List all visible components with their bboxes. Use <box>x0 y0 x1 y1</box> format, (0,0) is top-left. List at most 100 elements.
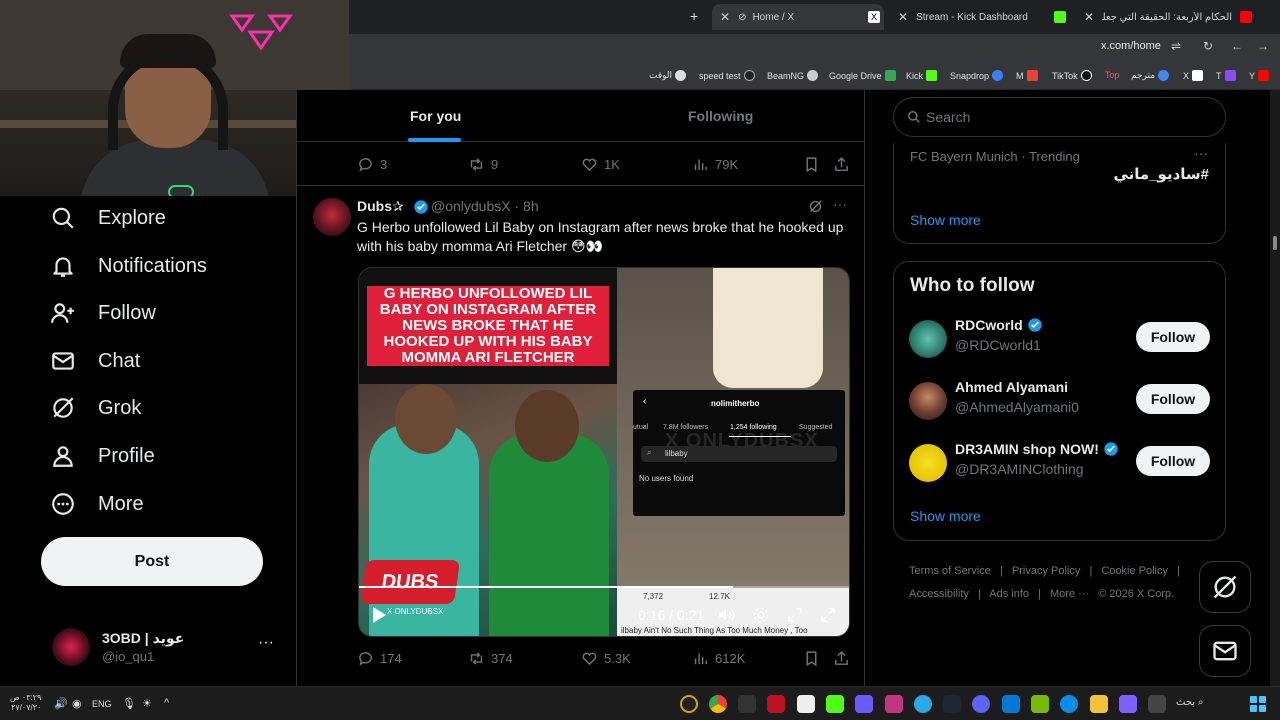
tweet-author-name[interactable]: Dubs✰ <box>357 198 404 215</box>
copilot-icon[interactable] <box>1119 695 1137 713</box>
app-icon[interactable] <box>680 695 698 713</box>
bookmark-snapdrop[interactable]: Snapdrop <box>950 70 1004 81</box>
account-switcher[interactable]: 3OBD | عويد @io_qu1 ··· <box>52 626 282 670</box>
document-icon[interactable] <box>797 695 815 713</box>
picture-in-picture-icon[interactable] <box>786 606 804 624</box>
bookmark-time[interactable]: الوقت <box>649 70 687 81</box>
bookmark-youtube[interactable]: Y <box>1249 70 1270 81</box>
nav-grok[interactable]: Grok <box>50 388 141 428</box>
like-button[interactable]: 5.3K <box>581 650 631 667</box>
bookmark-gmail[interactable]: M <box>1016 70 1038 81</box>
footer-cookie-link[interactable]: Cookie Policy <box>1101 565 1168 577</box>
fullscreen-icon[interactable] <box>819 606 837 624</box>
epic-games-icon[interactable] <box>738 695 756 713</box>
views-button[interactable]: 612K <box>692 650 745 667</box>
search-input[interactable] <box>926 107 1206 127</box>
windows-start-icon[interactable] <box>1250 696 1266 712</box>
share-button[interactable] <box>833 650 850 667</box>
bookmark-button[interactable] <box>803 156 820 173</box>
language-indicator[interactable]: ENG <box>92 699 112 709</box>
repost-button[interactable]: 374 <box>468 650 513 667</box>
nvidia-icon[interactable] <box>1031 695 1049 713</box>
kick-icon[interactable] <box>826 695 844 713</box>
address-bar[interactable]: x.com/home ⇌ ↻ ← → <box>349 34 1280 62</box>
task-view-icon[interactable] <box>1148 695 1166 713</box>
tweet-handle-time[interactable]: @onlydubsX · 8h <box>431 198 539 214</box>
taskbar-search[interactable]: بحث ⌕ <box>1176 697 1203 708</box>
messages-floating-button[interactable] <box>1199 625 1251 677</box>
follow-button[interactable]: Follow <box>1136 322 1210 352</box>
trend-hashtag[interactable]: #ساديو_ماني <box>1113 165 1209 183</box>
bookmark-x[interactable]: X <box>1183 70 1204 81</box>
nav-more[interactable]: More <box>50 484 144 524</box>
close-tab-icon[interactable]: ✕ <box>720 10 730 24</box>
follow-button[interactable]: Follow <box>1136 384 1210 414</box>
bookmark-speedtest[interactable]: speed test <box>699 70 755 81</box>
who-to-follow-show-more[interactable]: Show more <box>910 508 981 524</box>
chevron-up-icon[interactable]: ^ <box>164 697 169 709</box>
volume-icon[interactable] <box>716 606 736 624</box>
bookmark-tiktok[interactable]: TikTok <box>1052 70 1092 81</box>
reply-button[interactable]: 3 <box>357 156 387 173</box>
file-explorer-icon[interactable] <box>1090 695 1108 713</box>
footer-ads-link[interactable]: Ads info <box>989 588 1029 600</box>
wifi-icon[interactable]: ◉ <box>72 697 82 710</box>
app-icon[interactable] <box>885 695 903 713</box>
post-button[interactable]: Post <box>41 537 263 586</box>
nav-profile[interactable]: Profile <box>50 436 155 476</box>
url-text[interactable]: x.com/home <box>1101 40 1161 52</box>
trend-more-icon[interactable]: ··· <box>1194 145 1208 161</box>
nav-notifications[interactable]: Notifications <box>50 246 207 286</box>
browser-tab-youtube[interactable]: ✕ الحكام الأربعة: الحقيقة التي جعلت "... <box>1076 4 1256 30</box>
discord-icon[interactable] <box>972 695 990 713</box>
steam-icon[interactable] <box>943 695 961 713</box>
share-button[interactable] <box>833 156 850 173</box>
reload-icon[interactable]: ↻ <box>1203 39 1213 53</box>
views-button[interactable]: 79K <box>692 156 738 173</box>
scrollbar-thumb[interactable] <box>1273 236 1277 250</box>
taskbar-clock[interactable]: ٠٣:٢٩ ص ٢٧/٠٧/٣٠ <box>10 693 41 713</box>
trends-show-more[interactable]: Show more <box>910 212 981 228</box>
tweet-more-icon[interactable]: ··· <box>833 196 847 212</box>
bookmark-kick[interactable]: Kick <box>906 70 938 81</box>
footer-more-link[interactable]: More ··· <box>1050 588 1089 600</box>
forward-icon[interactable]: ← <box>1231 39 1243 53</box>
follow-suggestion[interactable]: DR3AMIN shop NOW! @DR3AMINClothing Follo… <box>894 432 1227 490</box>
back-icon[interactable]: → <box>1257 39 1269 53</box>
tab-following[interactable]: Following <box>688 108 753 124</box>
nav-follow[interactable]: Follow <box>50 293 156 333</box>
grok-floating-button[interactable] <box>1199 561 1251 613</box>
chrome-icon[interactable] <box>709 695 727 713</box>
bookmark-button[interactable] <box>803 650 820 667</box>
bookmark-translate[interactable]: مترجم <box>1131 70 1170 81</box>
store-icon[interactable] <box>1002 695 1020 713</box>
footer-accessibility-link[interactable]: Accessibility <box>909 588 969 600</box>
brightness-icon[interactable]: ☀ <box>142 697 152 710</box>
bookmark-twitch[interactable]: T <box>1216 70 1236 81</box>
new-tab-button[interactable]: + <box>690 8 698 24</box>
follow-suggestion[interactable]: RDCworld @RDCworld1 Follow <box>894 308 1227 366</box>
app-icon[interactable] <box>767 695 785 713</box>
browser-tab-kick[interactable]: ✕ Stream - Kick Dashboard <box>890 4 1070 30</box>
nav-chat[interactable]: Chat <box>50 341 140 381</box>
telegram-icon[interactable] <box>914 695 932 713</box>
grok-icon[interactable] <box>807 198 824 215</box>
footer-terms-link[interactable]: Terms of Service <box>909 565 991 577</box>
avatar[interactable] <box>313 198 351 236</box>
app-icon[interactable] <box>855 695 873 713</box>
follow-button[interactable]: Follow <box>1136 446 1210 476</box>
settings-gear-icon[interactable] <box>752 606 770 624</box>
follow-suggestion[interactable]: Ahmed Alyamani @AhmedAlyamani0 Follow <box>894 370 1227 428</box>
account-more-icon[interactable]: ··· <box>258 634 274 652</box>
page-scrollbar[interactable] <box>1270 90 1280 686</box>
speaker-icon[interactable]: 🔊 <box>54 697 68 710</box>
tab-for-you[interactable]: For you <box>410 108 461 124</box>
browser-tab-home-x[interactable]: ✕ ⊘ Home / X X <box>712 4 884 30</box>
bookmark-beamng[interactable]: BeamNG <box>767 70 819 81</box>
like-button[interactable]: 1K <box>581 156 620 173</box>
tweet-video[interactable]: G HERBO UNFOLLOWED LIL BABY ON INSTAGRAM… <box>358 267 850 637</box>
bookmark-google-drive[interactable]: Google Drive <box>829 70 896 81</box>
repost-button[interactable]: 9 <box>468 156 498 173</box>
site-settings-icon[interactable]: ⇌ <box>1171 39 1181 53</box>
close-tab-icon[interactable]: ✕ <box>898 10 908 24</box>
